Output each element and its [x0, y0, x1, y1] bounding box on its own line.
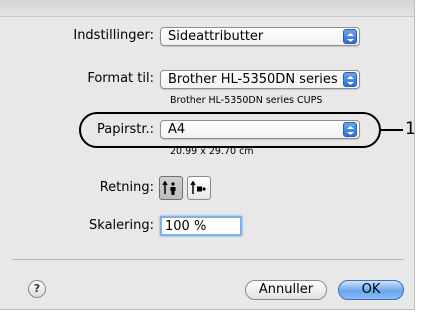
portrait-icon — [162, 180, 176, 195]
paper-size-popup[interactable]: A4 — [160, 120, 360, 139]
orientation-label: Retning: — [99, 180, 154, 195]
landscape-orientation-button[interactable] — [187, 176, 211, 200]
help-button[interactable]: ? — [28, 280, 46, 298]
ok-button[interactable]: OK — [338, 280, 404, 300]
callout-number: 1 — [405, 119, 415, 139]
divider — [12, 259, 404, 260]
callout-leader-line — [381, 129, 403, 131]
portrait-orientation-button[interactable] — [159, 176, 183, 200]
format-for-value: Brother HL-5350DN series — [168, 72, 338, 87]
title-bar-strip — [0, 0, 414, 17]
scale-input[interactable] — [160, 216, 242, 236]
popup-arrows-icon — [343, 122, 357, 137]
format-for-popup[interactable]: Brother HL-5350DN series — [160, 70, 360, 89]
popup-arrows-icon — [343, 29, 357, 44]
format-for-label: Format til: — [87, 71, 154, 86]
paper-dimensions: 20.99 x 29.70 cm — [170, 146, 254, 157]
cancel-button[interactable]: Annuller — [245, 280, 327, 300]
settings-popup[interactable]: Sideattributter — [160, 27, 360, 46]
scale-label: Skalering: — [89, 218, 154, 233]
landscape-icon — [190, 180, 206, 194]
paper-size-value: A4 — [168, 122, 186, 137]
printer-subtitle: Brother HL-5350DN series CUPS — [170, 95, 323, 106]
settings-label: Indstillinger: — [73, 28, 154, 43]
settings-value: Sideattributter — [168, 29, 264, 44]
page-setup-dialog: Indstillinger: Sideattributter Format ti… — [0, 0, 415, 310]
paper-size-label: Papirstr.: — [97, 122, 154, 137]
popup-arrows-icon — [343, 72, 357, 87]
